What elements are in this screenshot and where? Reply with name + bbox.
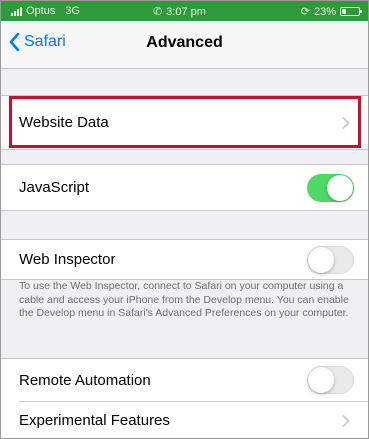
- javascript-row: JavaScript: [1, 165, 368, 210]
- toggle-knob: [308, 367, 334, 393]
- status-right: ⟳ 23%: [300, 5, 362, 18]
- website-data-row[interactable]: Website Data: [1, 96, 368, 149]
- experimental-features-row[interactable]: Experimental Features: [1, 401, 368, 438]
- remote-automation-row: Remote Automation: [1, 359, 368, 401]
- rotation-lock-icon: ⟳: [300, 6, 310, 18]
- settings-screen: Optus 3G ✆ 3:07 pm ⟳ 23% Safari Advanced…: [0, 0, 369, 439]
- phone-icon: ✆: [153, 6, 163, 18]
- web-inspector-group: Web Inspector: [1, 239, 368, 280]
- javascript-group: JavaScript: [1, 164, 368, 211]
- website-data-group: Website Data: [1, 95, 368, 150]
- carrier-name: Optus: [26, 5, 56, 17]
- signal-icon: [11, 6, 22, 16]
- web-inspector-row: Web Inspector: [1, 240, 368, 279]
- battery-icon: [340, 7, 362, 16]
- javascript-toggle[interactable]: [307, 173, 354, 202]
- status-time: ✆ 3:07 pm: [153, 5, 206, 19]
- network-type: 3G: [65, 5, 81, 17]
- remote-automation-toggle[interactable]: [307, 366, 354, 394]
- web-inspector-toggle[interactable]: [307, 245, 354, 274]
- navigation-bar: Safari Advanced: [1, 21, 368, 69]
- website-data-label: Website Data: [19, 114, 109, 131]
- battery-percent: 23%: [313, 5, 336, 18]
- toggle-knob: [308, 246, 334, 273]
- carrier-info: Optus 3G: [11, 5, 80, 17]
- chevron-right-icon: [342, 116, 350, 129]
- clock-text: 3:07 pm: [166, 5, 206, 18]
- experimental-features-label: Experimental Features: [19, 412, 170, 429]
- web-inspector-note: To use the Web Inspector, connect to Saf…: [19, 280, 349, 319]
- page-title: Advanced: [146, 34, 223, 51]
- toggle-knob: [327, 174, 353, 201]
- chevron-right-icon: [342, 414, 350, 427]
- automation-group: Remote Automation Experimental Features: [1, 358, 368, 438]
- status-bar: Optus 3G ✆ 3:07 pm ⟳ 23%: [1, 1, 368, 21]
